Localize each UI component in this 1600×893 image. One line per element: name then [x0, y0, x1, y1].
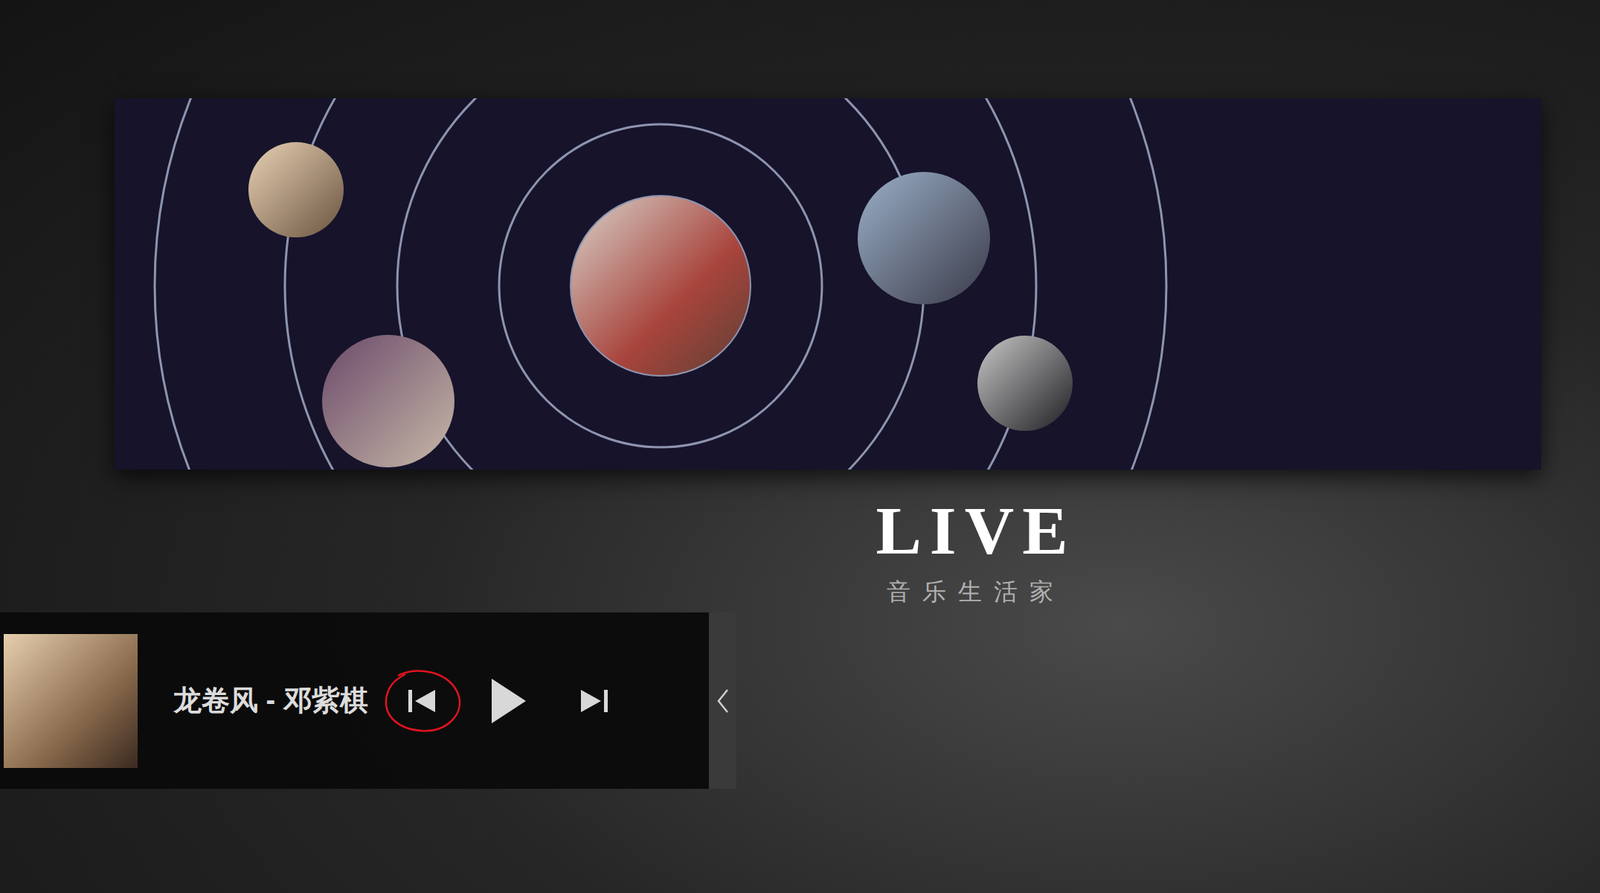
- track-title: 龙卷风 - 邓紫棋: [173, 679, 369, 722]
- chevron-left-icon: [716, 688, 730, 714]
- orbit-rings-icon: [114, 98, 1542, 470]
- play-icon: [487, 676, 529, 725]
- prev-icon: [405, 685, 439, 716]
- next-button[interactable]: [567, 673, 622, 728]
- highlight-ring: [383, 667, 464, 735]
- music-player: 龙卷风 - 邓紫棋: [0, 612, 737, 789]
- artist-banner: [114, 98, 1542, 470]
- logo-title: LIVE: [875, 496, 1076, 565]
- collapse-handle[interactable]: [708, 612, 737, 789]
- play-button[interactable]: [481, 673, 535, 728]
- prev-button[interactable]: [394, 673, 449, 728]
- next-icon: [577, 685, 611, 716]
- album-cover[interactable]: [3, 633, 138, 768]
- logo-subtitle: 音乐生活家: [886, 579, 1066, 604]
